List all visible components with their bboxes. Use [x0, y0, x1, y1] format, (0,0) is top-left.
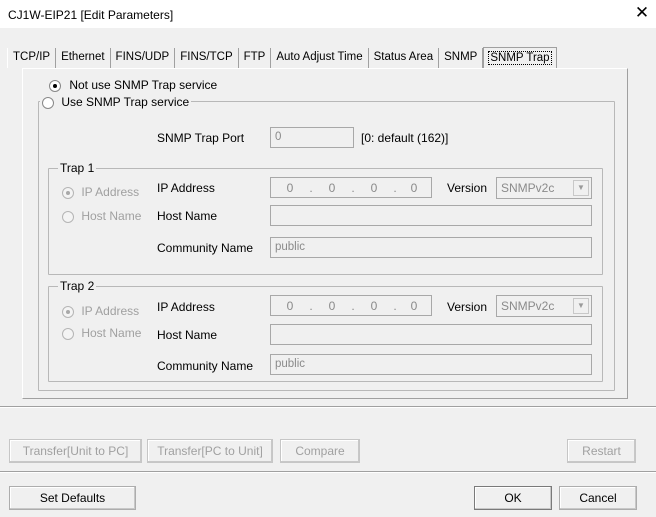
- tab-tcp-ip[interactable]: TCP/IP: [7, 48, 57, 68]
- tab-snmp[interactable]: SNMP: [439, 48, 484, 68]
- tab-panel: [22, 68, 628, 399]
- window-title: CJ1W-EIP21 [Edit Parameters]: [8, 8, 174, 22]
- separator: [0, 406, 656, 408]
- tab-auto-adjust-time[interactable]: Auto Adjust Time: [271, 48, 369, 68]
- close-icon[interactable]: ✕: [631, 3, 653, 25]
- set-defaults-button[interactable]: Set Defaults: [9, 486, 136, 510]
- cancel-button[interactable]: Cancel: [559, 486, 637, 510]
- tab-ftp[interactable]: FTP: [238, 48, 272, 68]
- compare-button[interactable]: Compare: [280, 439, 360, 463]
- tab-snmp-trap-label: SNMP Trap: [488, 51, 552, 65]
- tab-fins-udp[interactable]: FINS/UDP: [110, 48, 176, 68]
- title-bar: CJ1W-EIP21 [Edit Parameters] ✕: [0, 0, 656, 28]
- tab-fins-tcp[interactable]: FINS/TCP: [175, 48, 239, 68]
- tab-status-area[interactable]: Status Area: [368, 48, 440, 68]
- ok-button[interactable]: OK: [474, 486, 552, 510]
- restart-button[interactable]: Restart: [567, 439, 636, 463]
- tab-snmp-trap[interactable]: SNMP Trap: [483, 47, 557, 69]
- transfer-pc-to-unit-button[interactable]: Transfer[PC to Unit]: [147, 439, 273, 463]
- tab-strip: TCP/IP Ethernet FINS/UDP FINS/TCP FTP Au…: [7, 46, 557, 69]
- tab-ethernet[interactable]: Ethernet: [56, 48, 111, 68]
- transfer-unit-to-pc-button[interactable]: Transfer[Unit to PC]: [9, 439, 142, 463]
- separator: [0, 471, 656, 473]
